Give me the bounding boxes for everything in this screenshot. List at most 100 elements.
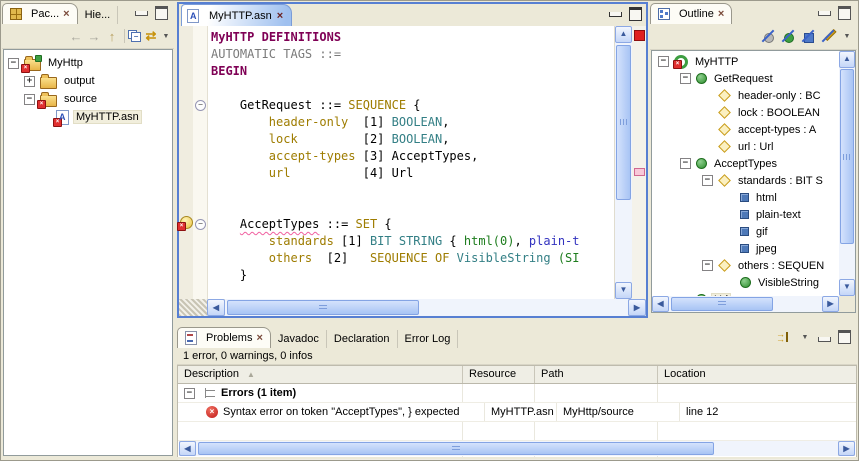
column-resource[interactable]: Resource bbox=[463, 366, 535, 383]
link-with-editor-icon[interactable] bbox=[142, 28, 160, 44]
scroll-thumb[interactable] bbox=[840, 69, 854, 245]
code-lines[interactable]: MyHTTP DEFINITIONS AUTOMATIC TAGS ::= BEGI… bbox=[208, 26, 614, 299]
tree-item-accept-types-a[interactable]: accept-types : A bbox=[652, 121, 839, 138]
overview-ruler[interactable] bbox=[632, 26, 646, 299]
tree-item-plain-text[interactable]: plain-text bbox=[652, 206, 839, 223]
tree-item-myhttp[interactable]: − × MyHttp bbox=[4, 54, 172, 73]
scroll-thumb[interactable] bbox=[671, 297, 773, 311]
forward-icon[interactable] bbox=[85, 29, 103, 44]
scroll-up-arrow[interactable]: ▲ bbox=[839, 51, 855, 68]
tree-item-others-sequen[interactable]: − others : SEQUEN bbox=[652, 257, 839, 274]
scroll-thumb[interactable] bbox=[616, 45, 631, 200]
scroll-track[interactable] bbox=[196, 441, 838, 456]
tab-error-log[interactable]: Error Log bbox=[398, 330, 459, 348]
errors-group-row[interactable]: − Errors (1 item) bbox=[178, 384, 856, 403]
view-menu-icon[interactable] bbox=[841, 33, 853, 40]
scroll-right-arrow[interactable]: ▶ bbox=[628, 299, 646, 316]
tab-package-explorer[interactable]: Pac... bbox=[2, 3, 78, 24]
tab-javadoc[interactable]: Javadoc bbox=[271, 330, 327, 348]
tree-item-jpeg[interactable]: jpeg bbox=[652, 240, 839, 257]
editor-horizontal-scrollbar[interactable]: ◀ ▶ bbox=[179, 299, 646, 316]
tree-item-lock-boolean[interactable]: lock : BOOLEAN bbox=[652, 104, 839, 121]
overview-error-marker[interactable] bbox=[634, 168, 645, 176]
tree-item-myhttp-asn[interactable]: × MyHTTP.asn bbox=[4, 108, 172, 127]
error-row[interactable]: Syntax error on token "AcceptTypes", } e… bbox=[178, 403, 856, 422]
outline-horizontal-scrollbar[interactable]: ◀ ▶ bbox=[652, 296, 839, 312]
scroll-right-arrow[interactable]: ▶ bbox=[822, 296, 839, 312]
expander[interactable]: − bbox=[680, 158, 691, 169]
expander[interactable]: − bbox=[702, 260, 713, 271]
scroll-left-arrow[interactable]: ◀ bbox=[207, 299, 225, 316]
minimize-button[interactable] bbox=[818, 337, 831, 342]
close-icon[interactable] bbox=[256, 333, 262, 343]
expander[interactable]: − bbox=[8, 57, 19, 69]
hide-values-icon[interactable] bbox=[801, 30, 815, 43]
maximize-button[interactable] bbox=[629, 7, 642, 21]
scroll-up-arrow[interactable]: ▲ bbox=[615, 26, 632, 43]
tree-item-visiblestring[interactable]: VisibleString bbox=[652, 274, 839, 291]
hide-types-icon[interactable] bbox=[781, 30, 795, 43]
tab-myhttp-asn[interactable]: MyHTTP.asn bbox=[181, 4, 293, 26]
view-menu-icon[interactable] bbox=[160, 33, 172, 40]
tree-item-header-only-bc[interactable]: header-only : BC bbox=[652, 87, 839, 104]
scroll-track[interactable] bbox=[615, 43, 632, 282]
annotation-ruler[interactable]: × bbox=[177, 26, 193, 299]
tree-item-accepttypes[interactable]: − AcceptTypes bbox=[652, 155, 839, 172]
close-icon[interactable] bbox=[63, 9, 69, 19]
error-quickfix-marker[interactable]: × bbox=[177, 216, 193, 231]
expander[interactable]: + bbox=[24, 75, 35, 87]
tab-outline[interactable]: Outline bbox=[650, 3, 733, 24]
problems-horizontal-scrollbar[interactable]: ◀ ▶ bbox=[179, 441, 855, 456]
scroll-down-arrow[interactable]: ▼ bbox=[839, 279, 855, 296]
up-icon[interactable] bbox=[103, 29, 121, 44]
editor-vertical-scrollbar[interactable]: ▲ ▼ bbox=[614, 26, 632, 299]
scroll-track[interactable] bbox=[839, 68, 855, 279]
minimize-button[interactable] bbox=[609, 12, 622, 17]
tab-hierarchy[interactable]: Hie... bbox=[78, 6, 119, 24]
scroll-right-arrow[interactable]: ▶ bbox=[838, 441, 855, 456]
tree-item-output[interactable]: + output bbox=[4, 72, 172, 90]
fold-collapse-icon[interactable]: − bbox=[195, 100, 206, 111]
expander[interactable]: − bbox=[184, 387, 195, 399]
scroll-track[interactable] bbox=[225, 299, 628, 316]
close-icon[interactable] bbox=[718, 9, 724, 19]
expander[interactable]: − bbox=[702, 175, 713, 186]
filters-icon[interactable]: → → bbox=[776, 330, 788, 344]
minimize-button[interactable] bbox=[818, 11, 831, 16]
tree-item-source[interactable]: − × source bbox=[4, 90, 172, 109]
expander[interactable]: − bbox=[658, 56, 669, 67]
overview-error-indicator[interactable] bbox=[634, 30, 645, 41]
expander[interactable]: − bbox=[680, 73, 691, 84]
view-menu-icon[interactable] bbox=[799, 334, 811, 341]
column-description[interactable]: Description bbox=[178, 366, 463, 383]
scroll-down-arrow[interactable]: ▼ bbox=[615, 282, 632, 299]
tree-item-myhttp[interactable]: − × MyHTTP bbox=[652, 53, 839, 70]
tree-item-gif[interactable]: gif bbox=[652, 223, 839, 240]
scroll-left-arrow[interactable]: ◀ bbox=[652, 296, 669, 312]
column-path[interactable]: Path bbox=[535, 366, 658, 383]
tree-item-html[interactable]: html bbox=[652, 189, 839, 206]
maximize-button[interactable] bbox=[838, 330, 851, 344]
scroll-thumb[interactable] bbox=[227, 300, 419, 315]
fold-collapse-icon[interactable]: − bbox=[195, 219, 206, 230]
maximize-button[interactable] bbox=[838, 6, 851, 20]
collapse-all-icon[interactable] bbox=[128, 30, 142, 42]
scroll-track[interactable] bbox=[669, 296, 822, 312]
scroll-left-arrow[interactable]: ◀ bbox=[179, 441, 196, 456]
scroll-thumb[interactable] bbox=[198, 442, 714, 455]
tree-item-url-url[interactable]: url : Url bbox=[652, 138, 839, 155]
hide-assignments-icon[interactable] bbox=[821, 28, 837, 43]
tree-item-getrequest[interactable]: − GetRequest bbox=[652, 70, 839, 87]
expander[interactable]: − bbox=[24, 93, 35, 105]
column-location[interactable]: Location bbox=[658, 366, 856, 383]
minimize-button[interactable] bbox=[135, 11, 148, 16]
close-icon[interactable] bbox=[277, 11, 283, 21]
back-icon[interactable] bbox=[67, 29, 85, 44]
outline-vertical-scrollbar[interactable]: ▲ ▼ bbox=[839, 51, 855, 296]
maximize-button[interactable] bbox=[155, 6, 168, 20]
tab-declaration[interactable]: Declaration bbox=[327, 330, 398, 348]
tab-problems[interactable]: Problems bbox=[177, 327, 271, 348]
hide-fields-icon[interactable] bbox=[761, 30, 775, 43]
tree-item-standards-bit-s[interactable]: − standards : BIT S bbox=[652, 172, 839, 189]
folding-ruler[interactable]: − − bbox=[193, 26, 208, 299]
